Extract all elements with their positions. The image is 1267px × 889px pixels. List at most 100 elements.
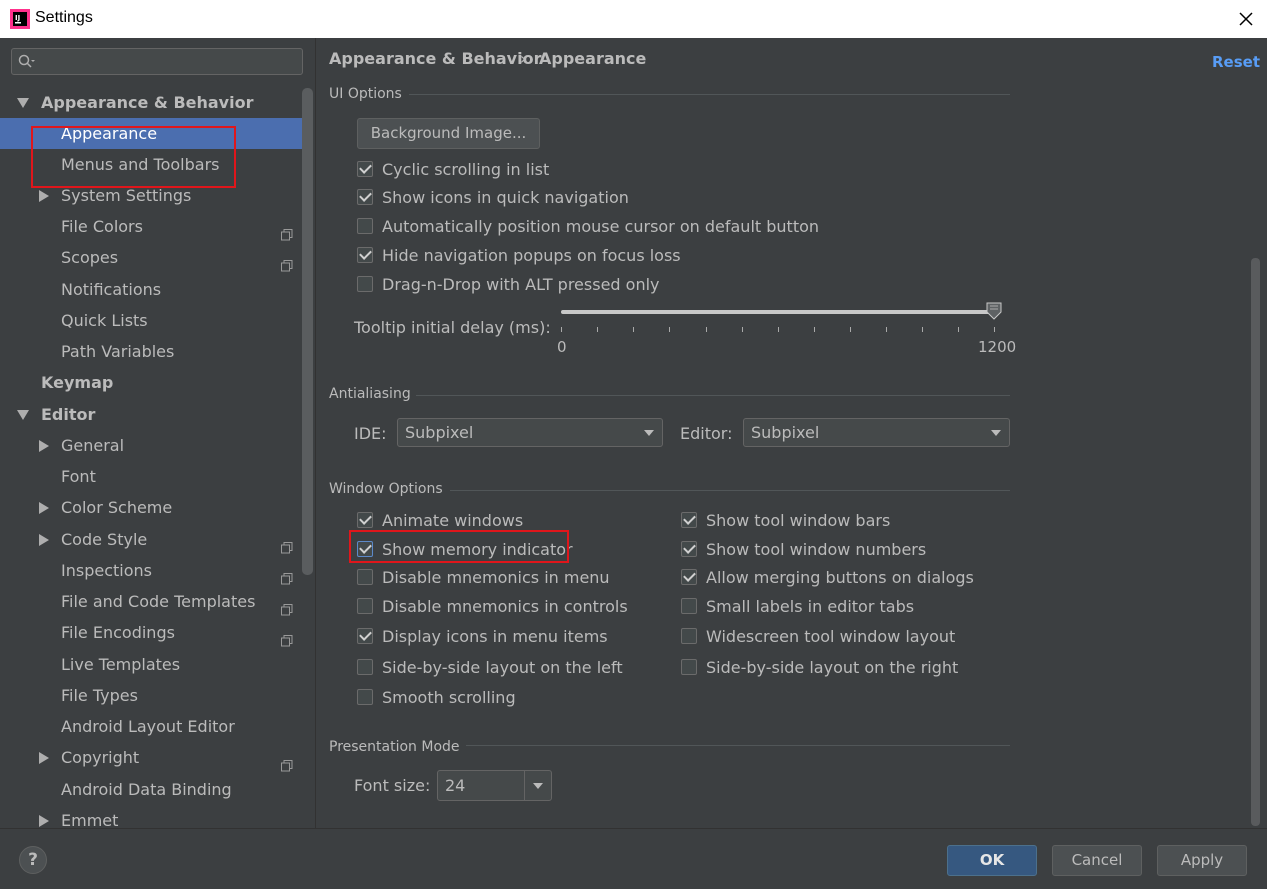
sidebar-item-notifications[interactable]: Notifications xyxy=(0,274,303,305)
sidebar-item-android-layout-editor[interactable]: Android Layout Editor xyxy=(0,711,303,742)
expand-arrow-icon xyxy=(39,534,49,546)
checkmark-icon xyxy=(683,569,696,582)
checkmark-icon xyxy=(683,512,696,525)
section-title-window-options: Window Options xyxy=(329,481,443,497)
checkmark-icon xyxy=(359,512,372,525)
checkbox-box[interactable] xyxy=(681,598,697,614)
sidebar-item-copyright[interactable]: Copyright xyxy=(0,742,303,773)
checkbox-box[interactable] xyxy=(357,189,373,205)
ide-antialiasing-select[interactable]: Subpixel xyxy=(397,418,663,447)
dropdown-caret-icon xyxy=(991,430,1001,436)
project-level-icon xyxy=(281,595,293,616)
expand-arrow-icon xyxy=(39,815,49,827)
font-size-combo[interactable]: 24 xyxy=(437,770,552,801)
section-title-ui-options: UI Options xyxy=(329,86,402,102)
checkbox-box[interactable] xyxy=(357,218,373,234)
breadcrumb-parent[interactable]: Appearance & Behavior xyxy=(329,49,541,68)
sidebar-item-general[interactable]: General xyxy=(0,430,303,461)
expand-arrow-icon xyxy=(39,440,49,452)
checkbox-box[interactable] xyxy=(357,689,373,705)
checkbox-box[interactable] xyxy=(357,247,373,263)
slider-thumb[interactable] xyxy=(986,302,1002,320)
close-icon[interactable] xyxy=(1232,4,1260,34)
expand-arrow-icon xyxy=(17,98,29,108)
content-scrollbar[interactable] xyxy=(1251,258,1260,826)
checkbox-box[interactable] xyxy=(681,512,697,528)
checkbox-box[interactable] xyxy=(681,569,697,585)
slider-tick xyxy=(814,327,815,332)
sidebar-item-emmet[interactable]: Emmet xyxy=(0,805,303,828)
checkmark-icon xyxy=(683,541,696,554)
dialog-footer: ? OK Cancel Apply xyxy=(0,828,1267,889)
ide-antialiasing-label: IDE: xyxy=(354,424,387,443)
project-level-icon xyxy=(281,751,293,772)
sidebar-item-code-style[interactable]: Code Style xyxy=(0,524,303,555)
project-level-icon xyxy=(281,626,293,647)
settings-search-input[interactable] xyxy=(11,48,303,75)
project-level-icon xyxy=(281,220,293,241)
checkbox-box[interactable] xyxy=(681,541,697,557)
reset-link[interactable]: Reset xyxy=(1212,53,1260,71)
title-bar: IJ Settings xyxy=(0,0,1267,39)
sidebar-item-scopes[interactable]: Scopes xyxy=(0,242,303,273)
slider-tick xyxy=(850,327,851,332)
sidebar-item-color-scheme[interactable]: Color Scheme xyxy=(0,492,303,523)
slider-tick xyxy=(633,327,634,332)
sidebar-item-live-templates[interactable]: Live Templates xyxy=(0,649,303,680)
cancel-button[interactable]: Cancel xyxy=(1052,845,1142,876)
combo-divider xyxy=(524,771,525,800)
expand-arrow-icon xyxy=(39,190,49,202)
slider-tick xyxy=(706,327,707,332)
project-level-icon xyxy=(281,251,293,272)
help-button[interactable]: ? xyxy=(19,846,47,874)
checkbox-box[interactable] xyxy=(681,628,697,644)
dropdown-caret-icon[interactable] xyxy=(533,783,543,789)
checkmark-icon xyxy=(359,189,372,202)
checkbox-box[interactable] xyxy=(357,512,373,528)
slider-tick xyxy=(561,327,562,332)
font-size-label: Font size: xyxy=(354,776,431,795)
sidebar-item-inspections[interactable]: Inspections xyxy=(0,555,303,586)
checkmark-icon xyxy=(359,628,372,641)
tooltip-delay-slider[interactable] xyxy=(561,310,995,314)
apply-button[interactable]: Apply xyxy=(1157,845,1247,876)
annotation-highlight-box xyxy=(349,530,569,563)
sidebar-item-quick-lists[interactable]: Quick Lists xyxy=(0,305,303,336)
sidebar-item-editor[interactable]: Editor xyxy=(0,399,303,430)
slider-tick xyxy=(669,327,670,332)
sidebar-item-file-colors[interactable]: File Colors xyxy=(0,211,303,242)
checkbox-box[interactable] xyxy=(357,598,373,614)
checkbox-box[interactable] xyxy=(357,628,373,644)
sidebar-item-file-encodings[interactable]: File Encodings xyxy=(0,617,303,648)
slider-tick xyxy=(958,327,959,332)
sidebar-item-file-types[interactable]: File Types xyxy=(0,680,303,711)
svg-text:IJ: IJ xyxy=(15,14,20,22)
sidebar-scrollbar[interactable] xyxy=(302,88,313,575)
sidebar-item-appearance-behavior[interactable]: Appearance & Behavior xyxy=(0,87,303,118)
checkbox-box[interactable] xyxy=(357,569,373,585)
intellij-app-icon: IJ xyxy=(10,9,30,29)
sidebar-item-path-variables[interactable]: Path Variables xyxy=(0,336,303,367)
checkbox-box[interactable] xyxy=(357,276,373,292)
sidebar-item-keymap[interactable]: Keymap xyxy=(0,367,303,398)
editor-antialiasing-select[interactable]: Subpixel xyxy=(743,418,1010,447)
sidebar-item-font[interactable]: Font xyxy=(0,461,303,492)
checkbox-box[interactable] xyxy=(681,659,697,675)
checkmark-icon xyxy=(359,161,372,174)
ok-button[interactable]: OK xyxy=(947,845,1037,876)
section-divider xyxy=(416,395,1010,396)
expand-arrow-icon xyxy=(17,410,29,420)
checkbox-box[interactable] xyxy=(357,659,373,675)
background-image-button[interactable]: Background Image... xyxy=(357,118,540,149)
breadcrumb-current: Appearance xyxy=(539,49,647,68)
project-level-icon xyxy=(281,533,293,554)
section-divider xyxy=(450,490,1010,491)
settings-sidebar: Appearance & Behavior Appearance Menus a… xyxy=(0,38,316,828)
project-level-icon xyxy=(281,564,293,585)
slider-tick xyxy=(778,327,779,332)
slider-max-label: 1200 xyxy=(978,338,1017,356)
checkbox-box[interactable] xyxy=(357,161,373,177)
sidebar-item-android-data-binding[interactable]: Android Data Binding xyxy=(0,774,303,805)
slider-tick xyxy=(742,327,743,332)
sidebar-item-file-code-templates[interactable]: File and Code Templates xyxy=(0,586,303,617)
